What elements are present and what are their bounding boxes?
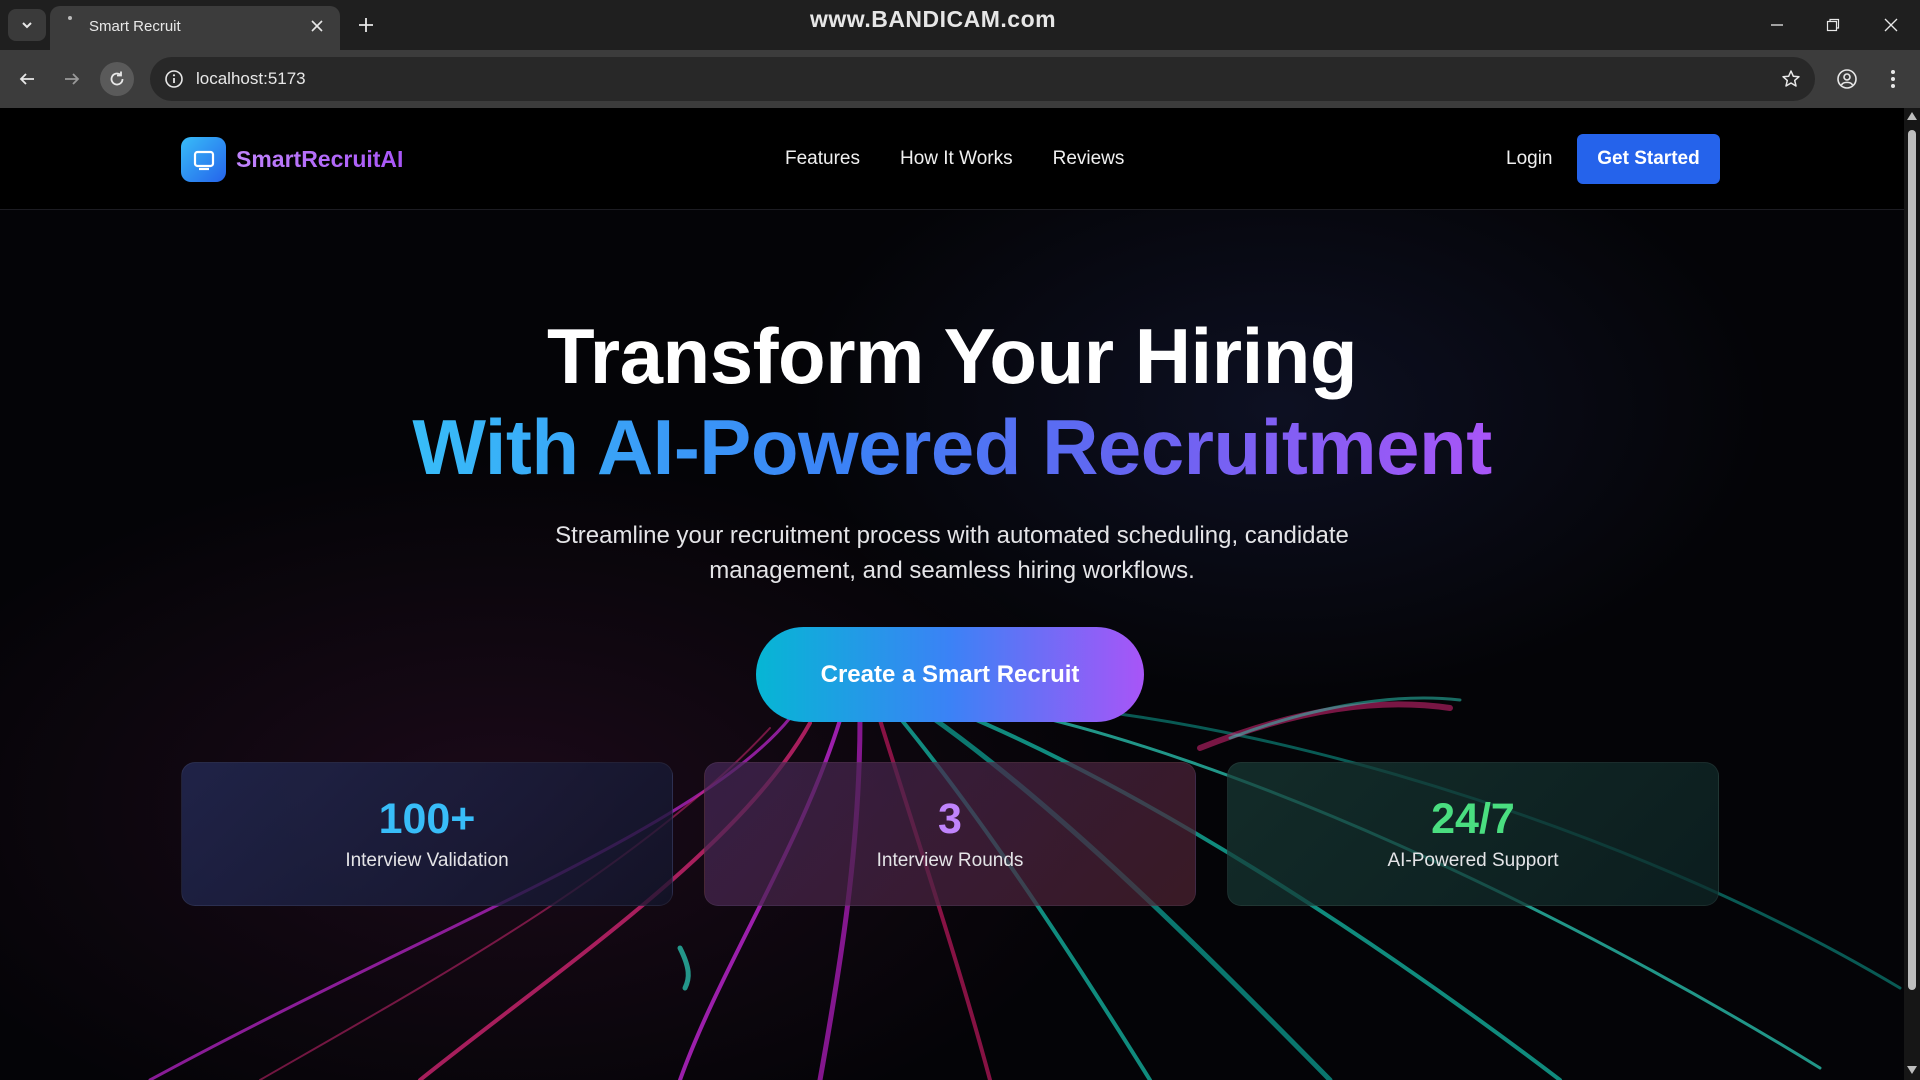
reload-icon (110, 71, 124, 86)
url-text: localhost:5173 (196, 69, 306, 88)
brand-name: SmartRecruitAI (236, 146, 404, 172)
logo-icon (181, 137, 226, 182)
tab-search-button[interactable] (8, 9, 46, 41)
minimize-button[interactable] (1762, 10, 1792, 40)
hero-subtitle: Streamline your recruitment process with… (555, 522, 1349, 584)
scrollbar-thumb[interactable] (1908, 130, 1916, 990)
new-tab-button[interactable] (352, 11, 380, 39)
stat-label: Interview Validation (345, 850, 509, 871)
get-started-button[interactable]: Get Started (1577, 134, 1720, 184)
scroll-up-icon[interactable] (1907, 112, 1917, 120)
page-viewport: SmartRecruitAI Features How It Works Rev… (0, 108, 1904, 1080)
kebab-menu-icon (1891, 70, 1895, 88)
profile-button[interactable] (1830, 62, 1864, 96)
close-icon (311, 20, 323, 32)
forward-button[interactable] (55, 62, 89, 96)
login-link[interactable]: Login (1506, 148, 1553, 170)
browser-titlebar: Smart Recruit www.BANDICAM.com (0, 0, 1920, 50)
close-window-button[interactable] (1876, 10, 1906, 40)
stat-label: AI-Powered Support (1387, 850, 1559, 871)
stat-value: 24/7 (1431, 795, 1515, 843)
stat-card-ai-support: 24/7 AI-Powered Support (1227, 762, 1719, 906)
stat-value: 3 (938, 795, 962, 843)
arrow-left-icon (19, 73, 34, 85)
background-light-streaks (148, 696, 1902, 1080)
scroll-down-icon[interactable] (1907, 1066, 1917, 1074)
hero-title-line2: With AI-Powered Recruitment (0, 402, 1904, 493)
hero-title-line1: Transform Your Hiring (546, 312, 1358, 400)
browser-toolbar: localhost:5173 (0, 50, 1920, 108)
stat-value: 100+ (378, 795, 476, 843)
recording-watermark: www.BANDICAM.com (810, 6, 1057, 32)
stat-label: Interview Rounds (876, 850, 1024, 871)
browser-tab[interactable]: Smart Recruit (50, 6, 340, 50)
close-icon (1884, 18, 1898, 32)
stat-card-interview-rounds: 3 Interview Rounds (704, 762, 1196, 906)
restore-icon (1826, 18, 1840, 32)
loading-icon (68, 16, 72, 20)
brand-logo[interactable]: SmartRecruitAI (181, 137, 403, 182)
nav-link-reviews[interactable]: Reviews (1053, 148, 1125, 170)
nav-link-features[interactable]: Features (785, 148, 860, 170)
create-smart-recruit-button[interactable]: Create a Smart Recruit (756, 627, 1144, 722)
plus-icon (359, 18, 373, 32)
nav-links: Features How It Works Reviews (785, 148, 1124, 170)
site-navbar: SmartRecruitAI Features How It Works Rev… (0, 108, 1904, 210)
back-button[interactable] (10, 62, 44, 96)
hero-title-gradient-text: With AI-Powered Recruitment (412, 403, 1492, 491)
profile-icon (1837, 69, 1857, 89)
minimize-icon (1771, 24, 1783, 26)
reload-button[interactable] (100, 62, 134, 96)
tab-close-button[interactable] (308, 17, 326, 35)
chevron-down-icon (22, 22, 32, 29)
tab-title: Smart Recruit (89, 18, 181, 35)
restore-button[interactable] (1818, 10, 1848, 40)
browser-menu-button[interactable] (1876, 62, 1910, 96)
address-bar[interactable]: localhost:5173 (150, 57, 1815, 101)
stat-card-interview-validation: 100+ Interview Validation (181, 762, 673, 906)
arrow-right-icon (65, 73, 80, 85)
page-scrollbar[interactable] (1904, 108, 1920, 1080)
bookmark-star-icon[interactable] (1779, 67, 1803, 91)
nav-link-how-it-works[interactable]: How It Works (900, 148, 1013, 170)
site-info-icon[interactable] (162, 67, 186, 91)
